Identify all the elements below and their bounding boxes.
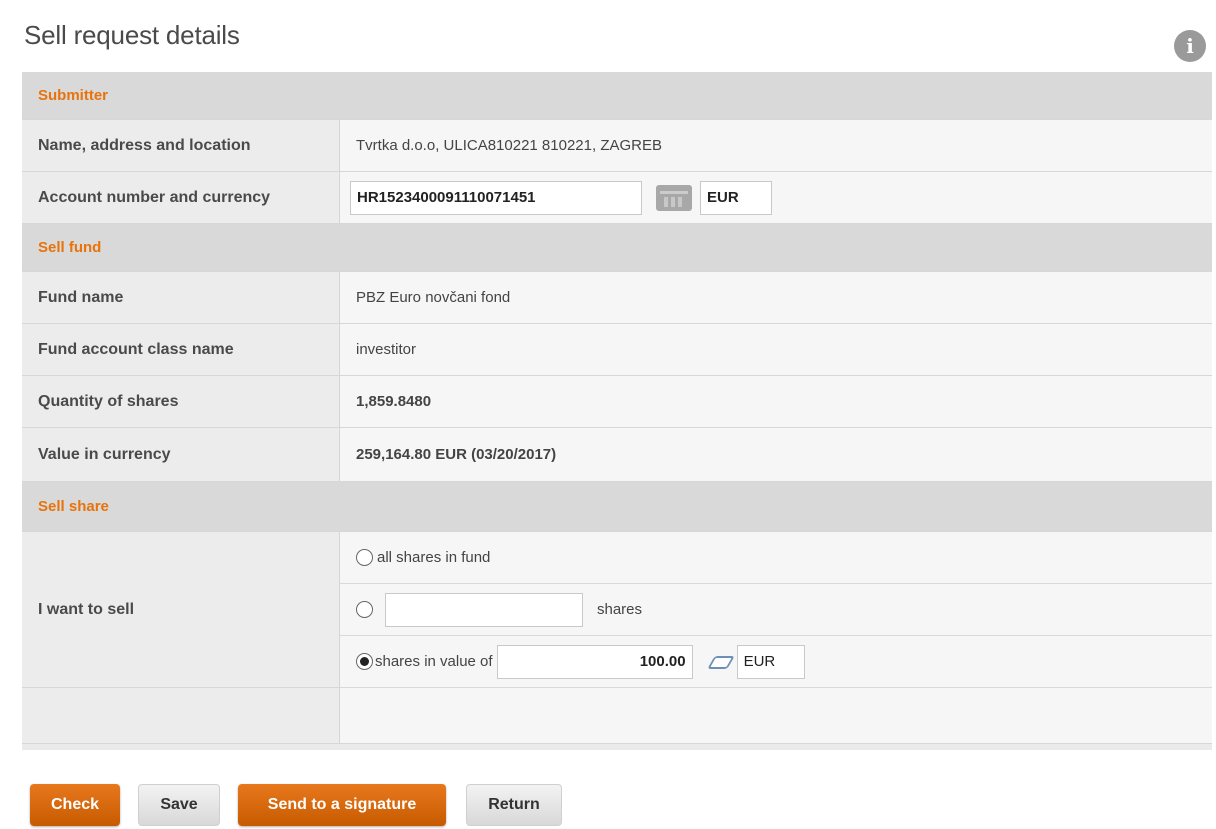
empty-label-cell [22, 688, 340, 743]
return-button[interactable]: Return [466, 784, 562, 826]
section-header-sell-fund: Sell fund [22, 224, 1212, 272]
value-currency-label: Value in currency [22, 428, 340, 481]
quantity-label: Quantity of shares [22, 376, 340, 427]
fund-name-value: PBZ Euro novčani fond [340, 272, 1212, 323]
row-empty [22, 688, 1212, 744]
row-quantity: Quantity of shares 1,859.8480 [22, 376, 1212, 428]
eraser-icon[interactable] [707, 654, 731, 670]
row-value-currency: Value in currency 259,164.80 EUR (03/20/… [22, 428, 1212, 482]
shares-unit-label: shares [597, 601, 643, 618]
row-fund-class: Fund account class name investitor [22, 324, 1212, 376]
account-value-cell: HR1523400091110071451 EUR [340, 172, 1212, 223]
option-all-shares-label: all shares in fund [377, 549, 491, 566]
radio-all-shares[interactable] [356, 549, 373, 566]
radio-shares-count[interactable] [356, 601, 373, 618]
send-to-signature-button[interactable]: Send to a signature [238, 784, 446, 826]
row-account: Account number and currency HR1523400091… [22, 172, 1212, 224]
fund-name-label: Fund name [22, 272, 340, 323]
option-all-shares-row[interactable]: all shares in fund [340, 532, 1212, 584]
name-address-label: Name, address and location [22, 120, 340, 171]
shares-count-input[interactable] [385, 592, 583, 627]
option-shares-row[interactable]: shares [340, 584, 1212, 636]
section-header-submitter: Submitter [22, 72, 1212, 120]
page-title: Sell request details [24, 20, 240, 50]
check-button[interactable]: Check [30, 784, 120, 826]
section-header-sell-share: Sell share [22, 482, 1212, 532]
account-number-field[interactable]: HR1523400091110071451 [350, 180, 642, 215]
fund-class-value: investitor [340, 324, 1212, 375]
currency-field[interactable]: EUR [700, 180, 772, 215]
option-value-row[interactable]: shares in value of 100.00 EUR [340, 636, 1212, 688]
radio-shares-value[interactable] [356, 653, 373, 670]
section-title-sell-share: Sell share [38, 498, 109, 515]
i-want-to-sell-label: I want to sell [22, 532, 340, 687]
amount-input[interactable]: 100.00 [496, 644, 693, 679]
info-icon[interactable]: i [1174, 30, 1206, 62]
section-title-sell-fund: Sell fund [38, 239, 102, 256]
account-label: Account number and currency [22, 172, 340, 223]
row-fund-name: Fund name PBZ Euro novčani fond [22, 272, 1212, 324]
fund-class-label: Fund account class name [22, 324, 340, 375]
empty-value-cell [340, 688, 1212, 743]
quantity-value: 1,859.8480 [340, 376, 1212, 427]
calendar-icon[interactable] [656, 184, 692, 211]
row-name-address: Name, address and location Tvrtka d.o.o,… [22, 120, 1212, 172]
form-panel: Submitter Name, address and location Tvr… [22, 72, 1212, 750]
value-currency-value: 259,164.80 EUR (03/20/2017) [340, 428, 1212, 481]
section-title-submitter: Submitter [38, 87, 109, 104]
name-address-value: Tvrtka d.o.o, ULICA810221 810221, ZAGREB [340, 120, 1212, 171]
save-button[interactable]: Save [138, 784, 220, 826]
option-value-label: shares in value of [375, 653, 493, 670]
amount-currency-field[interactable]: EUR [736, 644, 805, 679]
